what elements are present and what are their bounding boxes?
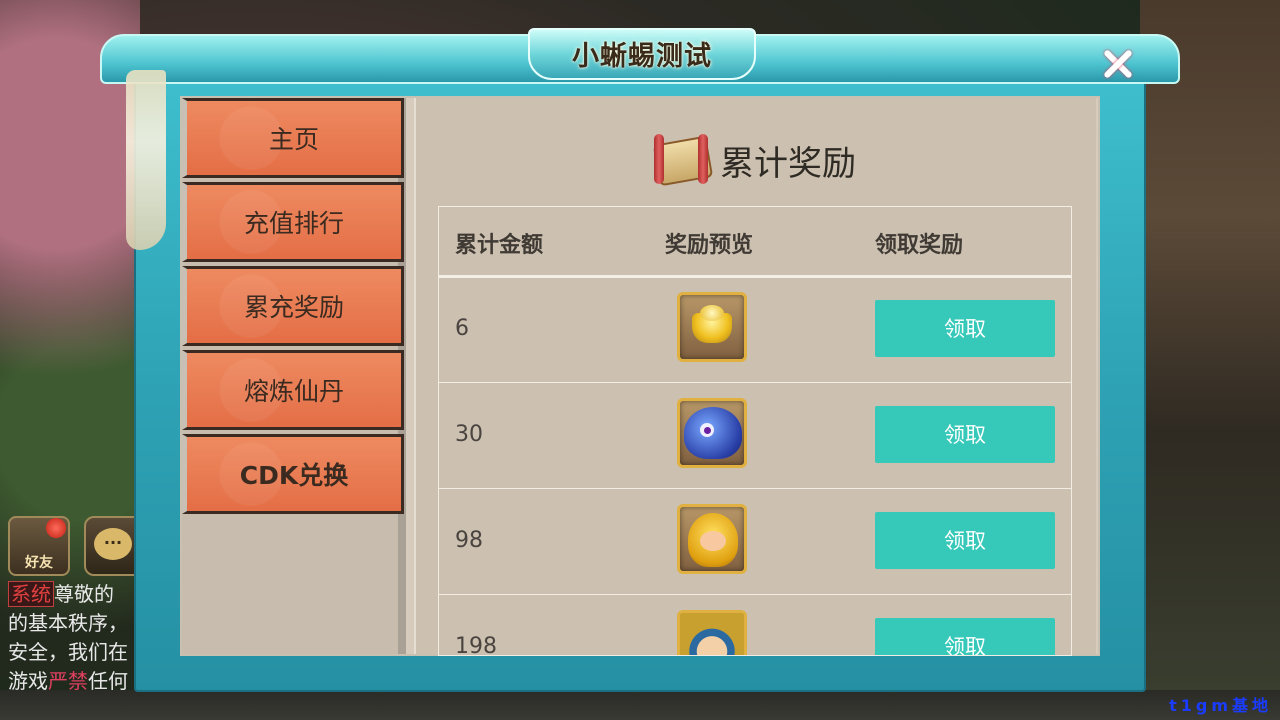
sidebar: 主页 充值排行 累充奖励 熔炼仙丹 CDK兑换 (182, 98, 406, 654)
claim-button[interactable]: 领取 (875, 512, 1055, 569)
system-text: 尊敬的 (54, 582, 114, 606)
system-tag: 系统 (8, 581, 54, 607)
system-text: 任何 (88, 669, 128, 693)
golden-monkey-icon[interactable] (677, 504, 747, 574)
system-text: 安全，我们在 (8, 640, 128, 664)
watermark: t1gm基地 (1169, 696, 1272, 715)
sidebar-item-cumulative-reward[interactable]: 累充奖励 (182, 266, 404, 346)
reward-table: 累计金额 奖励预览 领取奖励 6 领取 30 领取 98 领取 198 领取 (438, 206, 1072, 656)
column-header-claim: 领取奖励 (875, 233, 964, 258)
page-title: 累计奖励 (720, 144, 856, 184)
claim-button[interactable]: 领取 (875, 618, 1055, 655)
sidebar-item-label: CDK兑换 (239, 461, 349, 490)
hero-portrait-icon[interactable] (677, 610, 747, 655)
friends-label: 好友 (25, 555, 53, 571)
row-amount: 30 (455, 422, 483, 447)
system-text: 的基本秩序， (8, 611, 128, 635)
sidebar-item-recharge-rank[interactable]: 充值排行 (182, 182, 404, 262)
table-header: 累计金额 奖励预览 领取奖励 (439, 207, 1071, 278)
blue-pet-icon[interactable] (677, 398, 747, 468)
sidebar-item-label: 充值排行 (243, 209, 344, 238)
column-header-preview: 奖励预览 (665, 233, 754, 258)
sidebar-item-smelt-elixir[interactable]: 熔炼仙丹 (182, 350, 404, 430)
sidebar-item-label: 累充奖励 (243, 293, 344, 322)
close-icon[interactable] (1096, 42, 1140, 86)
column-header-amount: 累计金额 (455, 233, 544, 258)
claim-button[interactable]: 领取 (875, 300, 1055, 357)
system-chat-message: 系统 尊敬的 的基本秩序， 安全，我们在 游戏严禁任何 (8, 580, 148, 696)
gold-ingot-icon[interactable] (677, 292, 747, 362)
sidebar-item-home[interactable]: 主页 (182, 98, 404, 178)
chat-bubble-icon: ··· (94, 528, 132, 560)
row-amount: 198 (455, 634, 497, 656)
window-title: 小蜥蜴测试 (572, 41, 712, 72)
tassel-decoration (126, 70, 166, 250)
friends-button[interactable]: 好友 (8, 516, 70, 576)
sidebar-item-label: 主页 (268, 125, 319, 154)
table-row: 98 领取 (439, 488, 1071, 595)
scroll-icon (652, 132, 714, 187)
table-row: 6 领取 (439, 276, 1071, 383)
table-row: 30 领取 (439, 382, 1071, 489)
system-text-warning: 严禁 (48, 669, 88, 693)
sidebar-item-label: 熔炼仙丹 (243, 377, 344, 406)
table-row: 198 领取 (439, 594, 1071, 656)
row-amount: 6 (455, 316, 469, 341)
sidebar-item-cdk-exchange[interactable]: CDK兑换 (182, 434, 404, 514)
background-ground (0, 690, 1280, 720)
system-text: 游戏 (8, 669, 48, 693)
background-house (1140, 0, 1280, 720)
row-amount: 98 (455, 528, 483, 553)
notification-dot-icon (46, 518, 66, 538)
claim-button[interactable]: 领取 (875, 406, 1055, 463)
